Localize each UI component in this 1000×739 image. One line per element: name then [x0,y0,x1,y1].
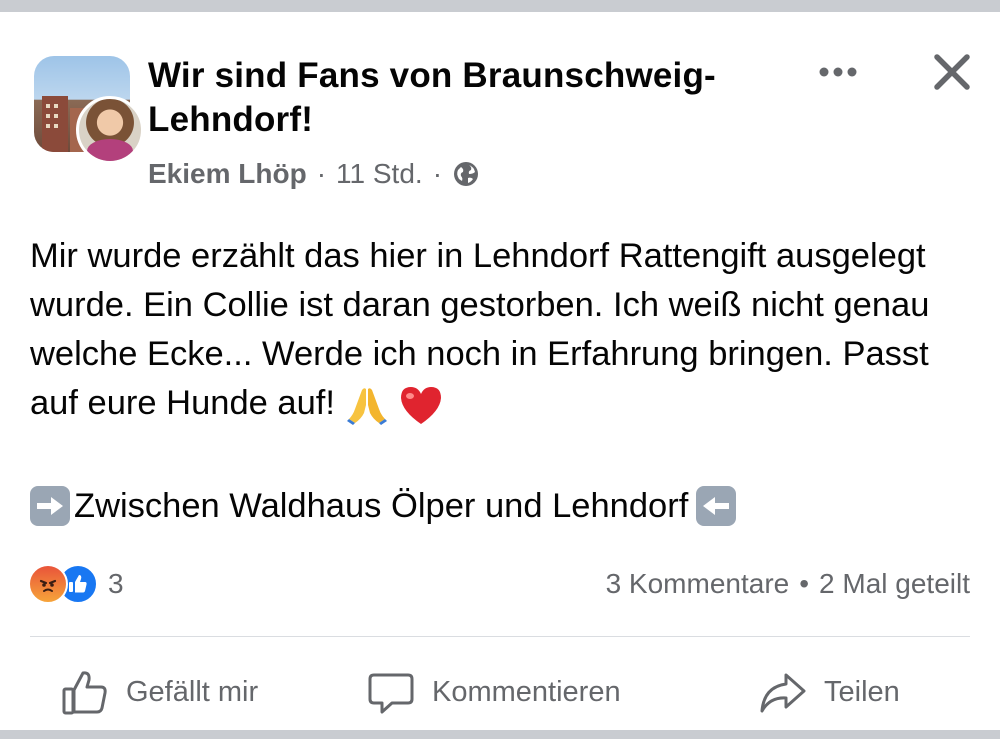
comments-count[interactable]: 3 Kommentare [606,568,790,600]
avatar-group[interactable] [34,56,144,164]
author-avatar[interactable] [76,96,144,164]
more-dots-icon [819,67,857,77]
like-button[interactable]: Gefällt mir [60,662,258,722]
post-time[interactable]: 11 Std. [336,158,423,190]
shares-count[interactable]: 2 Mal geteilt [819,568,970,600]
divider [30,636,970,637]
share-arrow-icon [760,673,806,713]
post-meta: Ekiem Lhöp · 11 Std. · [148,156,480,192]
author-name[interactable]: Ekiem Lhöp [148,158,307,190]
location-text: Zwischen Waldhaus Ölper und Lehndorf [74,486,689,525]
right-arrow-emoji [30,486,70,526]
left-arrow-emoji [696,486,737,526]
folded-hands-emoji [346,388,387,425]
share-label: Teilen [824,675,900,708]
red-heart-emoji [401,386,442,424]
stats-bullet: • [799,568,810,599]
angry-reaction-icon [28,564,68,604]
post-text: Mir wurde erzählt das hier in Lehndorf R… [30,232,950,428]
meta-separator: · [432,158,443,189]
share-button[interactable]: Teilen [758,662,900,722]
post-paragraph: Mir wurde erzählt das hier in Lehndorf R… [30,237,930,422]
group-name[interactable]: Wir sind Fans von Braunschweig-Lehndorf! [148,54,768,142]
globe-icon [454,162,479,186]
bottom-separator [0,730,1000,739]
location-line: Zwischen Waldhaus Ölper und Lehndorf [30,482,737,530]
comment-bubble-icon [368,673,414,714]
comment-label: Kommentieren [432,675,621,708]
thumbs-up-icon [62,671,107,715]
engagement-stats: 3 Kommentare • 2 Mal geteilt [606,564,970,604]
close-button[interactable] [924,46,980,98]
like-label: Gefällt mir [126,675,259,708]
comment-button[interactable]: Kommentieren [366,662,621,722]
more-options-button[interactable] [812,52,864,92]
close-icon [934,54,970,90]
reaction-count: 3 [108,568,124,599]
reactions-summary[interactable]: 3 [28,564,124,604]
meta-separator: · [316,158,327,189]
post-card: Wir sind Fans von Braunschweig-Lehndorf!… [0,12,1000,730]
